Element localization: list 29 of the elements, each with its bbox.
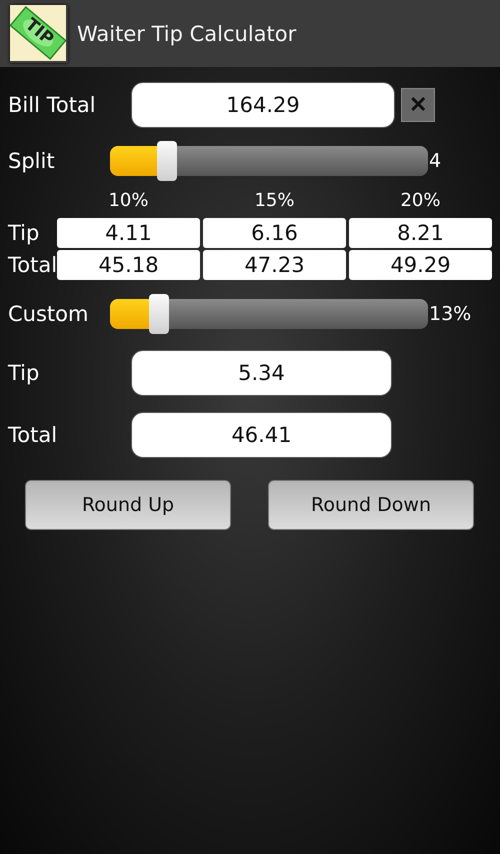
split-slider[interactable] (110, 141, 428, 181)
split-count: 4 (429, 150, 442, 172)
row-label: Total (8, 252, 54, 279)
bill-total-label: Bill Total (8, 93, 97, 117)
percent-heading: 10% (107, 190, 150, 213)
app-title: Waiter Tip Calculator (77, 22, 296, 46)
logo-text: TIP (21, 14, 58, 49)
result-label: Tip (8, 361, 40, 385)
result-field: 5.34 (131, 350, 392, 396)
table-cell: 45.18 (57, 250, 200, 280)
table-cell: 4.11 (57, 218, 200, 248)
bill-total-field[interactable]: 164.29 (131, 82, 395, 128)
table-cell: 47.23 (203, 250, 346, 280)
table-cell: 49.29 (349, 250, 492, 280)
custom-percent: 13% (429, 303, 472, 325)
split-label: Split (8, 149, 56, 173)
slider-thumb[interactable] (149, 294, 170, 334)
custom-label: Custom (8, 302, 90, 326)
round-button[interactable]: Round Up (25, 480, 231, 530)
round-button[interactable]: Round Down (268, 480, 474, 530)
custom-tip-slider[interactable] (110, 294, 428, 334)
result-field: 46.41 (131, 412, 392, 458)
row-label: Tip (8, 220, 40, 247)
table-cell: 6.16 (203, 218, 346, 248)
result-label: Total (8, 423, 58, 447)
table-cell: 8.21 (349, 218, 492, 248)
slider-thumb[interactable] (157, 141, 178, 181)
percent-heading: 15% (253, 190, 296, 213)
percent-heading: 20% (399, 190, 442, 213)
